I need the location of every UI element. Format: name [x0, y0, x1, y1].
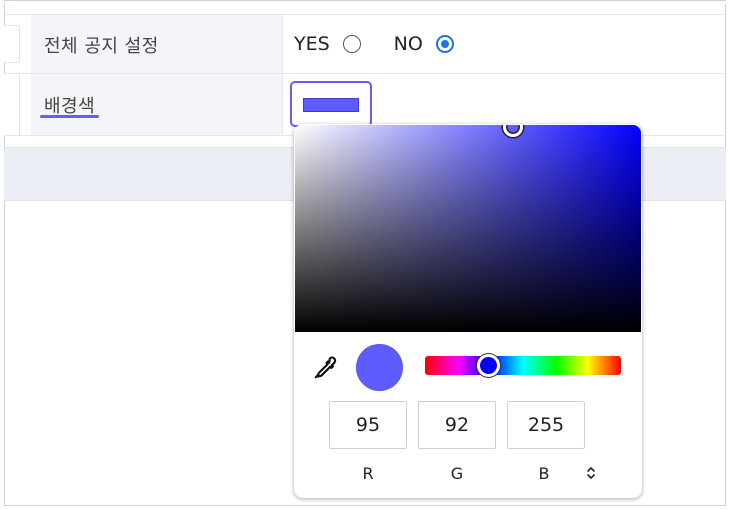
saturation-value-cursor[interactable] — [503, 125, 523, 137]
notice-setting-label: 전체 공지 설정 — [44, 36, 159, 57]
color-input-button[interactable] — [290, 81, 372, 127]
chevron-up-down-icon[interactable] — [585, 465, 597, 481]
color-preview — [356, 344, 403, 391]
red-value-input[interactable]: 95 — [329, 401, 407, 449]
blue-value-input[interactable]: 255 — [507, 401, 585, 449]
form-row-notice: 전체 공지 설정 YES NO — [4, 14, 726, 74]
row-stub — [4, 25, 20, 63]
eyedropper-icon[interactable] — [312, 355, 338, 381]
color-swatch-fill — [303, 98, 359, 112]
saturation-value-area[interactable] — [295, 125, 641, 332]
green-label: G — [450, 464, 464, 483]
label-cell: 배경색 — [31, 74, 283, 135]
row-stub — [4, 74, 20, 135]
notice-radio-group: YES NO — [294, 33, 454, 55]
yes-label[interactable]: YES — [294, 33, 330, 55]
red-label: R — [362, 464, 374, 483]
green-value-input[interactable]: 92 — [418, 401, 496, 449]
no-radio[interactable] — [435, 35, 454, 53]
color-picker-popup: 95 92 255 R G B — [294, 124, 642, 498]
label-cell: 전체 공지 설정 — [31, 15, 283, 73]
blue-label: B — [538, 464, 550, 483]
hue-slider-thumb[interactable] — [477, 354, 500, 377]
no-label[interactable]: NO — [394, 33, 423, 55]
yes-radio[interactable] — [342, 35, 361, 53]
hue-slider[interactable] — [425, 356, 621, 375]
label-underline — [40, 115, 99, 118]
